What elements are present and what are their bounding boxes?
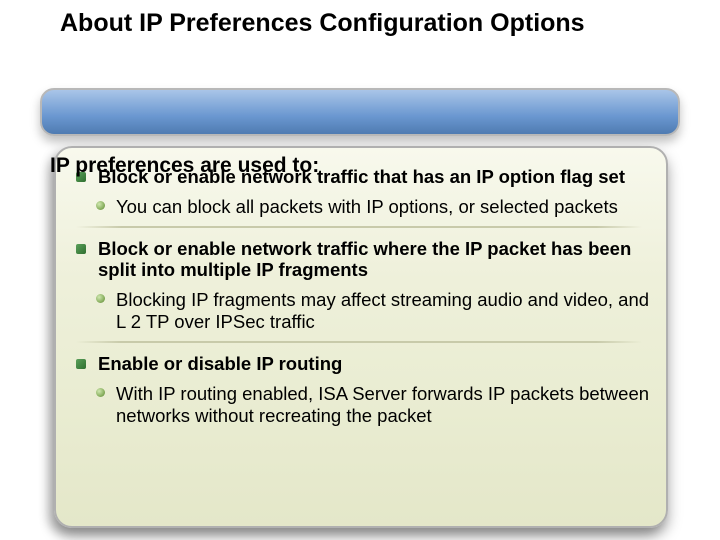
slide-title: About IP Preferences Configuration Optio… <box>60 8 620 38</box>
dot-bullet-icon <box>96 294 105 303</box>
dot-bullet-icon <box>96 388 105 397</box>
square-bullet-icon <box>76 244 86 254</box>
square-bullet-icon <box>76 359 86 369</box>
bullet-lvl2: You can block all packets with IP option… <box>72 196 652 218</box>
bullet-text: Block or enable network traffic where th… <box>98 238 631 281</box>
divider <box>76 341 642 343</box>
bullet-lvl2: With IP routing enabled, ISA Server forw… <box>72 383 652 427</box>
divider <box>76 226 642 228</box>
bullet-lvl1: Enable or disable IP routing <box>72 353 652 375</box>
subbullet-text: Blocking IP fragments may affect streami… <box>116 289 649 332</box>
dot-bullet-icon <box>96 201 105 210</box>
bullet-lvl2: Blocking IP fragments may affect streami… <box>72 289 652 333</box>
intro-text: IP preferences are used to: <box>50 154 319 178</box>
bullet-lvl1: Block or enable network traffic where th… <box>72 238 652 282</box>
subbullet-text: You can block all packets with IP option… <box>116 196 618 217</box>
bullet-text: Enable or disable IP routing <box>98 353 342 374</box>
bullet-content: Block or enable network traffic that has… <box>72 160 652 434</box>
subbullet-text: With IP routing enabled, ISA Server forw… <box>116 383 649 426</box>
header-bar <box>40 88 680 136</box>
